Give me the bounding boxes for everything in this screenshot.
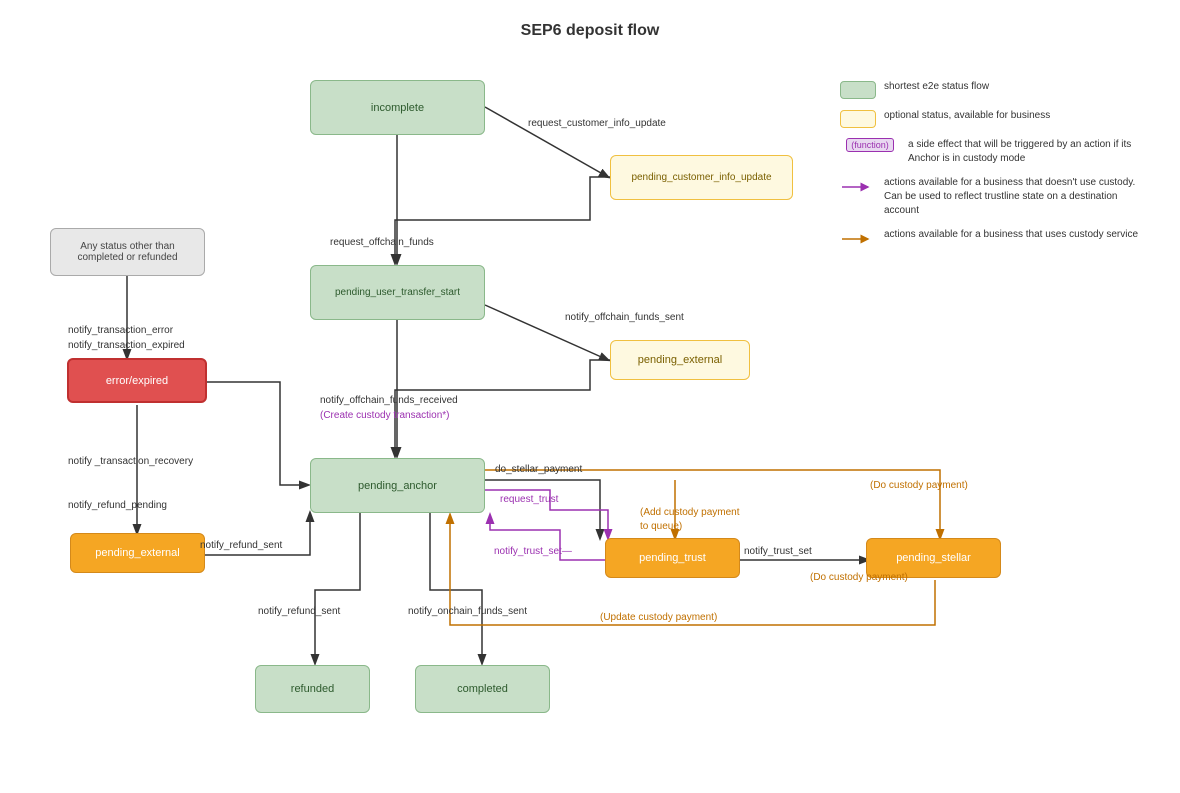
node-pending-anchor: pending_anchor [310, 458, 485, 513]
label-request-offchain-funds: request_offchain_funds [330, 237, 434, 248]
page-title: SEP6 deposit flow [0, 22, 1180, 40]
label-notify-onchain-funds-sent: notify_onchain_funds_sent [408, 606, 527, 617]
node-pending-external-top: pending_external [610, 340, 750, 380]
label-notify-refund-pending: notify_refund_pending [68, 500, 167, 511]
label-do-stellar-payment: do_stellar_payment [495, 464, 582, 475]
label-update-custody-payment: (Update custody payment) [600, 612, 717, 623]
node-incomplete: incomplete [310, 80, 485, 135]
label-add-custody-payment: (Add custody paymentto queue) [640, 492, 740, 534]
label-notify-trust-set: notify_trust_set [744, 546, 812, 557]
label-request-trust: request_trust [500, 494, 558, 505]
node-pending-external-left: pending_external [70, 533, 205, 573]
label-create-custody-transaction: (Create custody transaction*) [320, 410, 450, 421]
legend-green-box [840, 81, 876, 99]
node-pending-trust: pending_trust [605, 538, 740, 578]
node-any-status: Any status other than completed or refun… [50, 228, 205, 276]
diagram-container: SEP6 deposit flow [0, 0, 1180, 793]
label-notify-offchain-funds-sent: notify_offchain_funds_sent [565, 312, 684, 323]
legend: shortest e2e status flow optional status… [840, 80, 1150, 258]
node-pending-customer-info-update: pending_customer_info_update [610, 155, 793, 200]
node-refunded: refunded [255, 665, 370, 713]
label-notify-refund-sent-bottom: notify_refund_sent [258, 606, 340, 617]
label-notify-transaction-recovery: notify _transaction_recovery [68, 456, 193, 467]
legend-item-green: shortest e2e status flow [840, 80, 1150, 99]
node-completed: completed [415, 665, 550, 713]
legend-item-function: (function) a side effect that will be tr… [840, 138, 1150, 166]
label-do-custody-payment-top: (Do custody payment) [870, 480, 968, 491]
legend-yellow-box [840, 110, 876, 128]
legend-item-purple: actions available for a business that do… [840, 176, 1150, 218]
legend-item-yellow: optional status, available for business [840, 109, 1150, 128]
label-request-customer-info: request_customer_info_update [528, 118, 666, 129]
node-error-expired: error/expired [67, 358, 207, 403]
label-notify-trust-set-purple: notify_trust_set— [494, 546, 572, 557]
label-notify-offchain-funds-received: notify_offchain_funds_received [320, 395, 458, 406]
label-do-custody-payment-bottom: (Do custody payment) [810, 572, 908, 583]
label-notify-transaction-error: notify_transaction_errornotify_transacti… [68, 308, 185, 353]
legend-item-orange: actions available for a business that us… [840, 228, 1150, 248]
label-notify-refund-sent-left: notify_refund_sent [200, 540, 282, 551]
node-pending-user-transfer-start: pending_user_transfer_start [310, 265, 485, 320]
